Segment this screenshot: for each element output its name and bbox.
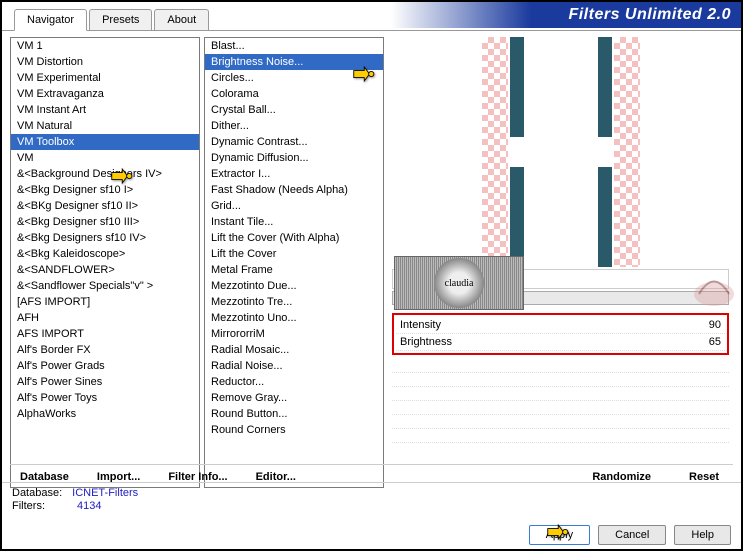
tab-presets[interactable]: Presets	[89, 9, 152, 30]
claudia-watermark-icon	[689, 264, 739, 309]
category-list[interactable]: VM 1VM DistortionVM ExperimentalVM Extra…	[10, 37, 200, 488]
category-item[interactable]: VM Extravaganza	[11, 86, 199, 102]
filter-item[interactable]: Colorama	[205, 86, 383, 102]
status-bar: Database: ICNET-Filters Filters: 4134	[2, 482, 741, 517]
filter-item[interactable]: Blast...	[205, 38, 383, 54]
filter-item[interactable]: Mezzotinto Due...	[205, 278, 383, 294]
preview-bar	[598, 37, 612, 137]
category-item[interactable]: [AFS IMPORT]	[11, 294, 199, 310]
category-item[interactable]: AFS IMPORT	[11, 326, 199, 342]
filter-item[interactable]: Remove Gray...	[205, 390, 383, 406]
header: Navigator Presets About Filters Unlimite…	[2, 2, 741, 30]
category-item[interactable]: Alf's Power Grads	[11, 358, 199, 374]
filter-item[interactable]: Round Corners	[205, 422, 383, 438]
category-item[interactable]: VM Natural	[11, 118, 199, 134]
filter-item[interactable]: Dynamic Contrast...	[205, 134, 383, 150]
category-item[interactable]: VM Instant Art	[11, 102, 199, 118]
filters-count-value: 4134	[77, 500, 101, 513]
filter-item[interactable]: Brightness Noise...	[205, 54, 383, 70]
filter-item[interactable]: Lift the Cover	[205, 246, 383, 262]
category-item[interactable]: VM Experimental	[11, 70, 199, 86]
tab-bar: Navigator Presets About	[2, 9, 211, 30]
category-item[interactable]: VM Toolbox	[11, 134, 199, 150]
filter-item[interactable]: MirrororriM	[205, 326, 383, 342]
apply-button[interactable]: Apply	[529, 525, 591, 545]
filter-item[interactable]: Mezzotinto Tre...	[205, 294, 383, 310]
filter-item[interactable]: Circles...	[205, 70, 383, 86]
checker-strip	[614, 37, 640, 267]
filter-list[interactable]: Blast...Brightness Noise...Circles...Col…	[204, 37, 384, 488]
category-item[interactable]: VM	[11, 150, 199, 166]
filter-item[interactable]: Round Button...	[205, 406, 383, 422]
app-title: Filters Unlimited 2.0	[568, 6, 731, 24]
filter-item[interactable]: Crystal Ball...	[205, 102, 383, 118]
category-item[interactable]: VM 1	[11, 38, 199, 54]
checker-strip	[482, 37, 508, 267]
filter-item[interactable]: Reductor...	[205, 374, 383, 390]
filter-item[interactable]: Grid...	[205, 198, 383, 214]
param-row[interactable]: Brightness 65	[396, 334, 725, 351]
preview-bar	[510, 167, 524, 267]
category-item[interactable]: Alf's Power Toys	[11, 390, 199, 406]
cancel-button[interactable]: Cancel	[598, 525, 666, 545]
logo-mark: claudia	[434, 258, 484, 308]
filter-item[interactable]: Extractor I...	[205, 166, 383, 182]
author-logo: claudia	[394, 256, 524, 310]
filter-item[interactable]: Dither...	[205, 118, 383, 134]
filter-item[interactable]: Radial Noise...	[205, 358, 383, 374]
category-item[interactable]: &<BKg Designer sf10 II>	[11, 198, 199, 214]
filter-item[interactable]: Mezzotinto Uno...	[205, 310, 383, 326]
category-item[interactable]: VM Distortion	[11, 54, 199, 70]
category-item[interactable]: AFH	[11, 310, 199, 326]
preview-gap	[526, 37, 596, 267]
category-item[interactable]: &<Sandflower Specials"v" >	[11, 278, 199, 294]
db-value: ICNET-Filters	[72, 487, 138, 500]
filter-item[interactable]: Dynamic Diffusion...	[205, 150, 383, 166]
param-value: 90	[709, 319, 721, 331]
filter-item[interactable]: Fast Shadow (Needs Alpha)	[205, 182, 383, 198]
blank-param-rows	[392, 359, 729, 443]
db-label: Database:	[12, 487, 62, 500]
category-item[interactable]: &<Bkg Designer sf10 III>	[11, 214, 199, 230]
category-item[interactable]: &<SANDFLOWER>	[11, 262, 199, 278]
param-label: Intensity	[400, 319, 441, 331]
help-button[interactable]: Help	[674, 525, 731, 545]
filters-count-label: Filters:	[12, 500, 45, 513]
filter-item[interactable]: Instant Tile...	[205, 214, 383, 230]
preview-bar	[598, 167, 612, 267]
category-item[interactable]: Alf's Power Sines	[11, 374, 199, 390]
filter-item[interactable]: Lift the Cover (With Alpha)	[205, 230, 383, 246]
tab-about[interactable]: About	[154, 9, 209, 30]
category-item[interactable]: &<Bkg Designer sf10 I>	[11, 182, 199, 198]
tab-navigator[interactable]: Navigator	[14, 9, 87, 31]
title-band: Filters Unlimited 2.0	[391, 2, 741, 28]
param-row[interactable]: Intensity 90	[396, 317, 725, 334]
filter-item[interactable]: Metal Frame	[205, 262, 383, 278]
category-item[interactable]: &<Bkg Kaleidoscope>	[11, 246, 199, 262]
param-label: Brightness	[400, 336, 452, 348]
category-item[interactable]: &<Background Designers IV>	[11, 166, 199, 182]
filter-item[interactable]: Radial Mosaic...	[205, 342, 383, 358]
param-value: 65	[709, 336, 721, 348]
preview-bar	[510, 37, 524, 137]
category-item[interactable]: &<Bkg Designers sf10 IV>	[11, 230, 199, 246]
category-item[interactable]: Alf's Border FX	[11, 342, 199, 358]
category-item[interactable]: AlphaWorks	[11, 406, 199, 422]
dialog-buttons: Apply Cancel Help	[529, 525, 731, 545]
parameter-panel: Intensity 90 Brightness 65	[392, 313, 729, 355]
preview-image	[456, 37, 666, 267]
